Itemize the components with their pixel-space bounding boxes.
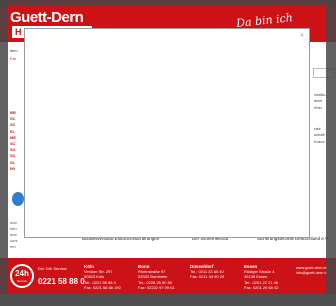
logo-sub: H	[15, 27, 22, 37]
right-text-block: chafts- ieser rther	[314, 92, 326, 111]
footer-city: Bonn Rheinstraße 97 53332 Bornheim Tel.:…	[138, 264, 175, 290]
chat-bubble-icon[interactable]	[12, 192, 24, 206]
footer-city: Köln Venloer Str. 297 50823 Köln Tel.: 0…	[84, 264, 121, 290]
close-icon[interactable]: ×	[297, 31, 307, 41]
site-footer: 24h Service Der 24h Service 0221 58 88 0…	[0, 258, 336, 294]
overlay-dim	[0, 0, 336, 6]
left-menu-item[interactable]: SL	[10, 160, 16, 166]
email-link[interactable]: info@guett-dern.de	[296, 271, 329, 276]
hotline-label: Der 24h Service	[38, 266, 67, 271]
left-menu-item[interactable]: SC	[10, 122, 16, 128]
left-tab[interactable]: Far	[10, 56, 16, 61]
left-menu: BR SC SC EL ME SC SC SC SL WI	[10, 110, 16, 172]
city-line: Fax: 0201 29 65 42	[244, 284, 279, 290]
logo[interactable]: Guett-Dern	[10, 8, 98, 28]
right-text-line: rther	[314, 104, 323, 110]
modal-dialog[interactable]: ×	[24, 28, 310, 238]
city-line: Fax: 0211 34 90 20	[190, 274, 225, 280]
service-badge: 24h Service	[10, 264, 34, 288]
overlay-dim	[326, 0, 336, 306]
footer-contact: www.guett-dern.de info@guett-dern.de	[296, 266, 329, 276]
right-text-block: rale schaft Krane	[314, 126, 325, 145]
overlay-dim	[0, 0, 8, 306]
badge-text: 24h	[15, 269, 29, 278]
footer-city: Düsseldorf Tel.: 0211 33 60 40 Fax: 0211…	[190, 264, 224, 280]
left-menu-item[interactable]: EL	[10, 129, 16, 135]
left-menu-item[interactable]: WI	[10, 166, 16, 172]
hotline-number[interactable]: 0221 58 88 0	[38, 277, 85, 287]
left-top-text: item	[10, 48, 18, 53]
city-line: Fax: 0221 58 88 190	[84, 284, 121, 290]
right-text-line: Krane	[314, 138, 325, 144]
badge-subtext: Service	[16, 279, 27, 283]
right-text-line: schaft	[314, 132, 325, 138]
city-line: Fax: 02222 97 09 61	[138, 284, 175, 290]
footer-city: Essen Rüdiger Straße 4 45139 Essen Tel.:…	[244, 264, 278, 290]
left-misc-text: oub tofu dub curs em	[10, 220, 18, 250]
left-menu-item[interactable]: SC	[10, 153, 16, 159]
left-misc-line: em	[10, 244, 16, 249]
overlay-dim-bottom	[0, 294, 336, 306]
